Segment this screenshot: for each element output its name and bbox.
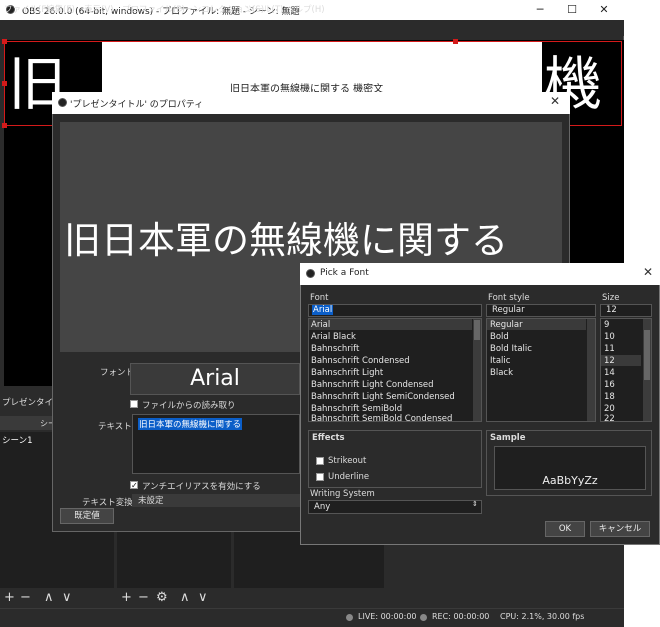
- scene-item[interactable]: シーン1: [2, 434, 32, 446]
- sources-list[interactable]: [117, 530, 231, 588]
- font-size-scroll-thumb[interactable]: [644, 330, 650, 380]
- obs-logo-icon: [306, 269, 315, 278]
- gear-icon[interactable]: ⚙: [156, 590, 168, 605]
- font-family-label: Font: [310, 293, 329, 303]
- remove-source-icon[interactable]: −: [138, 590, 149, 605]
- read-from-file-label: ファイルからの読み取り: [142, 401, 236, 411]
- sample-text: AaBbYyZz: [542, 474, 598, 487]
- transform-label: テキスト変換: [82, 498, 133, 508]
- resize-handle[interactable]: [2, 39, 7, 44]
- menu-help[interactable]: ヘルプ(H): [286, 3, 325, 15]
- move-down-icon[interactable]: ∨: [62, 590, 72, 605]
- cpu-usage: CPU: 2.1%, 30.00 fps: [500, 612, 585, 621]
- add-scene-icon[interactable]: +: [4, 590, 15, 605]
- antialias-checkbox[interactable]: ✓: [130, 481, 138, 490]
- font-style-item[interactable]: Bold: [490, 332, 509, 342]
- antialias-label: アンチエイリアスを有効にする: [142, 482, 261, 492]
- close-icon[interactable]: ✕: [590, 2, 618, 18]
- font-size-item[interactable]: 22: [604, 414, 615, 421]
- text-input-value: 旧日本軍の無線機に関する: [138, 418, 243, 430]
- font-family-item[interactable]: Bahnschrift Light: [311, 368, 383, 378]
- font-family-input[interactable]: [308, 304, 482, 317]
- menu-bar: [0, 20, 624, 36]
- resize-handle[interactable]: [2, 81, 7, 86]
- resize-handle[interactable]: [453, 39, 458, 44]
- font-family-selected-row: [309, 319, 472, 330]
- font-family-input-value: Arial: [312, 305, 334, 315]
- font-family-item[interactable]: Bahnschrift SemiBold Condensed: [311, 414, 452, 421]
- writing-system-label: Writing System: [310, 489, 375, 499]
- font-family-item[interactable]: Bahnschrift Light Condensed: [311, 380, 434, 390]
- font-family-item[interactable]: Bahnschrift: [311, 344, 359, 354]
- rec-indicator-icon: [420, 614, 427, 621]
- font-style-item[interactable]: Regular: [490, 320, 523, 330]
- close-icon[interactable]: ✕: [550, 94, 560, 108]
- font-family-scroll-thumb[interactable]: [474, 320, 480, 340]
- font-size-item[interactable]: 14: [604, 368, 615, 378]
- read-from-file-checkbox[interactable]: [130, 400, 138, 408]
- font-style-item[interactable]: Bold Italic: [490, 344, 532, 354]
- ok-button[interactable]: OK: [545, 521, 585, 537]
- font-family-item[interactable]: Bahnschrift Condensed: [311, 356, 410, 366]
- obs-logo-icon: [58, 98, 67, 107]
- font-select-button[interactable]: Arial: [130, 363, 300, 395]
- strikeout-checkbox[interactable]: [316, 457, 324, 465]
- move-down-icon[interactable]: ∨: [198, 590, 208, 605]
- font-style-label: Font style: [488, 293, 530, 303]
- font-size-label: Size: [602, 293, 620, 303]
- font-style-item[interactable]: Black: [490, 368, 513, 378]
- close-icon[interactable]: ✕: [643, 265, 653, 279]
- minimize-icon[interactable]: ─: [526, 2, 554, 18]
- defaults-button[interactable]: 既定値: [60, 508, 114, 524]
- menu-tools[interactable]: ツール(T): [246, 3, 283, 15]
- font-family-item[interactable]: Arial Black: [311, 332, 356, 342]
- font-family-item[interactable]: Bahnschrift Light SemiCondensed: [311, 392, 455, 402]
- effects-label: Effects: [312, 433, 345, 443]
- menu-view[interactable]: 表示(V): [84, 3, 113, 15]
- spinner-arrows-icon[interactable]: ⇕: [472, 500, 478, 508]
- underline-checkbox[interactable]: [316, 473, 324, 481]
- menu-file[interactable]: ファイル(F): [4, 3, 50, 15]
- font-size-item[interactable]: 18: [604, 392, 615, 402]
- text-label: テキスト: [98, 422, 132, 432]
- writing-system-value: Any: [314, 502, 331, 512]
- font-style-item[interactable]: Italic: [490, 356, 510, 366]
- menu-edit[interactable]: 編集(E): [46, 3, 75, 15]
- font-family-item[interactable]: Arial: [311, 320, 330, 330]
- font-size-item[interactable]: 12: [604, 356, 615, 366]
- properties-preview-text: 旧日本軍の無線機に関する: [64, 219, 508, 262]
- font-style-input-value: Regular: [492, 305, 525, 315]
- strikeout-label: Strikeout: [328, 456, 367, 466]
- resize-handle[interactable]: [2, 123, 7, 128]
- move-up-icon[interactable]: ∧: [180, 590, 190, 605]
- font-size-item[interactable]: 9: [604, 320, 609, 330]
- properties-title: 'プレゼンタイトル' のプロパティ: [70, 100, 204, 110]
- pick-font-title: Pick a Font: [320, 268, 369, 278]
- font-size-item[interactable]: 20: [604, 404, 615, 414]
- transform-select[interactable]: 未設定: [132, 494, 300, 507]
- live-indicator-icon: [346, 614, 353, 621]
- rec-time: REC: 00:00:00: [432, 612, 490, 621]
- live-time: LIVE: 00:00:00: [358, 612, 417, 621]
- sample-label: Sample: [490, 433, 526, 443]
- font-style-scrollbar[interactable]: [587, 319, 595, 421]
- font-size-item[interactable]: 16: [604, 380, 615, 390]
- font-size-item[interactable]: 10: [604, 332, 615, 342]
- add-source-icon[interactable]: +: [121, 590, 132, 605]
- move-up-icon[interactable]: ∧: [44, 590, 54, 605]
- writing-system-select[interactable]: [308, 500, 482, 514]
- font-size-input-value: 12: [606, 305, 617, 315]
- cancel-button[interactable]: キャンセル: [590, 521, 650, 537]
- font-label: フォント: [100, 368, 135, 378]
- remove-scene-icon[interactable]: −: [20, 590, 31, 605]
- underline-label: Underline: [328, 472, 370, 482]
- font-family-item[interactable]: Bahnschrift SemiBold: [311, 404, 402, 414]
- font-size-item[interactable]: 11: [604, 344, 615, 354]
- maximize-icon[interactable]: ☐: [558, 2, 586, 18]
